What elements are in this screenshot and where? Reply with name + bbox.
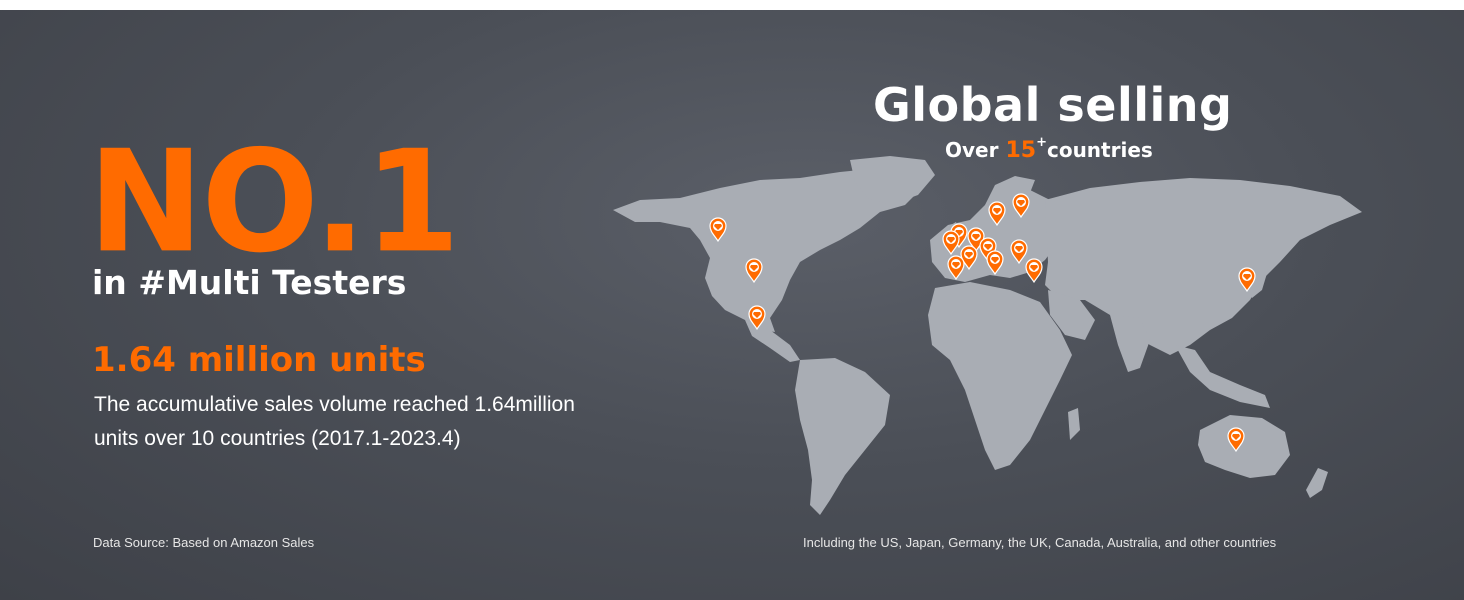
banner: NO.1 in #Multi Testers 1.64 million unit…	[0, 10, 1464, 600]
description-line-2: units over 10 countries (2017.1-2023.4)	[94, 427, 461, 450]
world-map	[613, 156, 1362, 515]
category-label: in #Multi Testers	[92, 263, 407, 302]
pin-turkey-icon	[1025, 258, 1043, 284]
sales-description: The accumulative sales volume reached 1.…	[94, 388, 634, 456]
description-line-1: The accumulative sales volume reached 1.…	[94, 393, 575, 416]
units-headline: 1.64 million units	[92, 340, 426, 380]
continents	[613, 156, 1362, 515]
country-count: 15	[1005, 138, 1037, 163]
data-source-note: Data Source: Based on Amazon Sales	[93, 535, 315, 550]
countries-note: Including the US, Japan, Germany, the UK…	[803, 535, 1277, 550]
rank-headline: NO.1	[88, 119, 460, 284]
south-america	[795, 358, 890, 515]
global-selling-title: Global selling	[873, 78, 1233, 132]
global-selling-subtitle: Over 15+countries	[945, 136, 1153, 163]
asia	[1045, 178, 1362, 355]
subtitle-prefix: Over	[945, 138, 999, 162]
new-zealand	[1306, 468, 1328, 498]
southeast-asia	[1175, 345, 1270, 408]
country-count-plus: +	[1036, 135, 1047, 150]
madagascar	[1068, 408, 1080, 440]
subtitle-suffix: countries	[1046, 138, 1153, 162]
australia	[1198, 415, 1290, 478]
